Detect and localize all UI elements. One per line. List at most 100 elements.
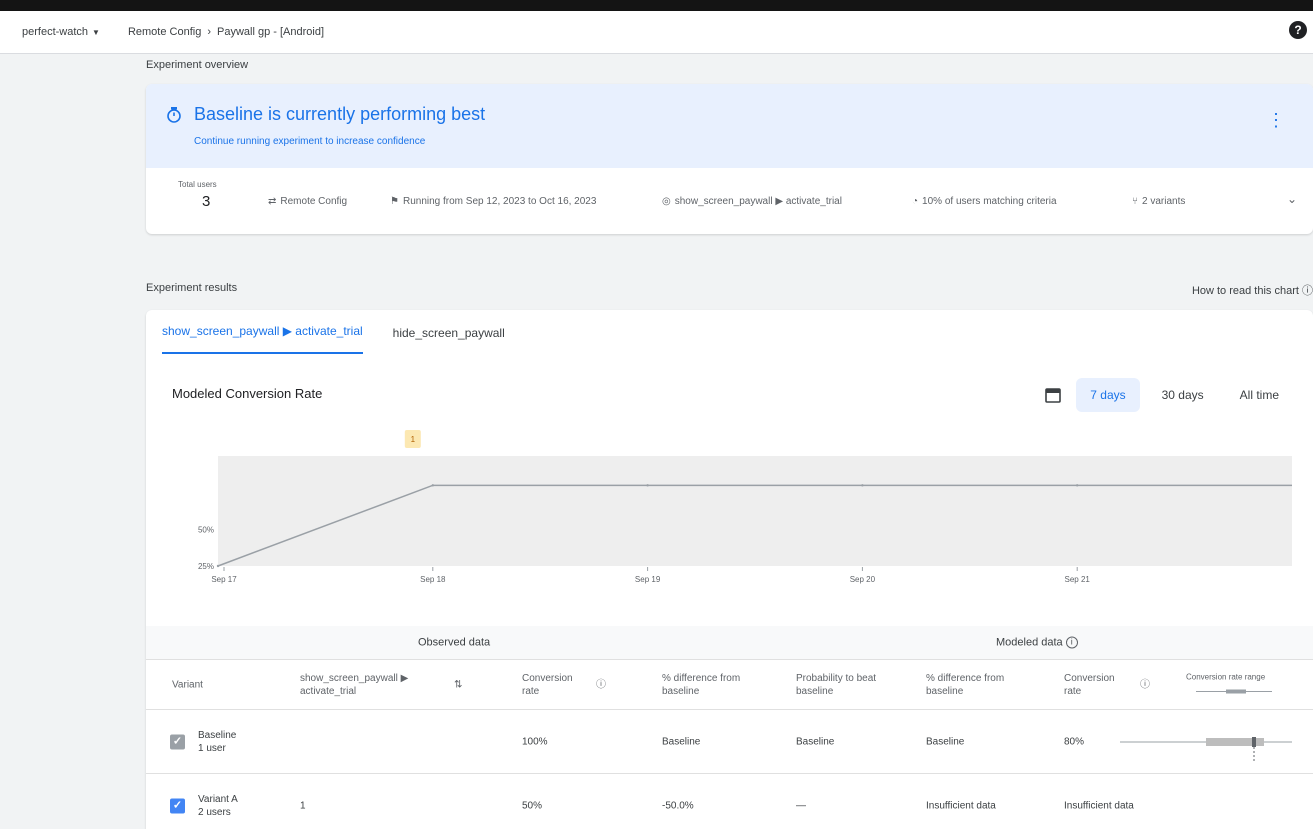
variant-name-cell: Variant A 2 users — [198, 793, 238, 818]
observed-diff-cell: -50.0% — [662, 800, 694, 811]
target-icon: ◎ — [662, 196, 671, 207]
expand-chevron-icon[interactable]: ⌄ — [1287, 192, 1297, 206]
flag-icon: ⚑ — [390, 196, 399, 207]
tab-hide-screen-paywall[interactable]: hide_screen_paywall — [393, 326, 505, 354]
goal-info: ◎ show_screen_paywall ▶ activate_trial — [662, 196, 842, 207]
help-outline-icon: ⓘ — [1302, 285, 1313, 297]
observed-diff-cell: Baseline — [662, 736, 701, 747]
status-banner: Baseline is currently performing best Co… — [146, 84, 1313, 168]
variants-info: ⑂ 2 variants — [1132, 196, 1185, 207]
header-range: Conversion rate range — [1186, 670, 1286, 699]
service-label: Remote Config — [280, 196, 348, 207]
header-obs-diff: % difference from baseline — [662, 672, 741, 697]
time-range-selector: 7 days 30 days All time — [1044, 378, 1293, 412]
modeled-label: Modeled data — [996, 636, 1063, 648]
project-selector[interactable]: perfect-watch ▼ — [22, 26, 100, 38]
range-scale — [1196, 689, 1272, 693]
total-users-label: Total users — [178, 180, 217, 189]
table-row: ✓ Variant A 2 users 1 50% -50.0% — Insufficien… — [146, 774, 1313, 829]
observed-group-label: Observed data — [418, 636, 491, 648]
overview-card: Baseline is currently performing best Co… — [146, 84, 1313, 234]
help-icon-obs[interactable]: ⓘ — [596, 678, 606, 691]
overview-section-label: Experiment overview — [146, 59, 249, 71]
table-group-header: Observed data Modeled data i — [146, 626, 1313, 660]
variant-checkbox[interactable]: ✓ — [170, 798, 185, 813]
header-goal: show_screen_paywall ▶ activate_trial — [300, 672, 409, 697]
data-point — [431, 484, 434, 487]
total-users: Total users 3 — [178, 180, 217, 210]
header-probability: Probability to beat baseline — [796, 672, 877, 697]
banner-title: Baseline is currently performing best — [194, 104, 486, 124]
help-icon[interactable]: ? — [1289, 21, 1307, 39]
service-info: ⇄ Remote Config — [268, 196, 347, 207]
audience-info: ◔ 10% of users matching criteria — [912, 196, 1057, 207]
info-icon[interactable]: i — [1065, 636, 1078, 649]
chevron-right-icon: › — [207, 26, 211, 38]
goal-count-cell: 1 — [300, 800, 306, 811]
x-tick-label: Sep 19 — [635, 575, 661, 584]
data-point — [1076, 484, 1079, 487]
table-header: Variant show_screen_paywall ▶ activate_t… — [146, 660, 1313, 710]
x-tick-label: Sep 20 — [850, 575, 876, 584]
tab-activate-trial[interactable]: show_screen_paywall ▶ activate_trial — [162, 324, 363, 354]
variants-label: 2 variants — [1142, 196, 1186, 207]
data-point — [646, 484, 649, 487]
x-tick-label: Sep 21 — [1065, 575, 1091, 584]
header-mod-rate: Conversion rate — [1064, 672, 1115, 697]
data-point — [861, 484, 864, 487]
goal-label: show_screen_paywall ▶ activate_trial — [674, 196, 842, 207]
header-variant: Variant — [172, 679, 203, 690]
help-icon-mod[interactable]: ⓘ — [1140, 678, 1150, 691]
results-section-label: Experiment results — [146, 282, 238, 294]
results-card: show_screen_paywall ▶ activate_trial hid… — [146, 310, 1313, 829]
how-to-read-link[interactable]: How to read this chart ⓘ — [1192, 282, 1313, 298]
results-table: Observed data Modeled data i Variant sho… — [146, 626, 1313, 829]
observed-rate-cell: 100% — [522, 736, 548, 747]
range-median — [1252, 737, 1256, 747]
header-obs-rate: Conversion rate — [522, 672, 573, 697]
more-vert-icon[interactable]: ⋮ — [1267, 110, 1285, 131]
chart-title: Modeled Conversion Rate — [172, 386, 323, 401]
modeled-group-label: Modeled data i — [996, 636, 1078, 649]
audience-label: 10% of users matching criteria — [922, 196, 1057, 207]
project-name: perfect-watch — [22, 26, 89, 38]
range-7-days[interactable]: 7 days — [1076, 378, 1140, 412]
confidence-band — [218, 456, 1292, 566]
probability-cell: Baseline — [796, 736, 835, 747]
table-body: ✓ Baseline 1 user 100% Baseline Baseline Base… — [146, 710, 1313, 829]
remote-config-icon: ⇄ — [268, 196, 277, 207]
data-point — [216, 564, 220, 568]
header-mod-diff: % difference from baseline — [926, 672, 1005, 697]
conversion-rate-chart: 1 50% 25% Sep 17 Sep 18 Sep 19 Sep 20 Sep 21 — [198, 430, 1292, 584]
y-tick-label: 25% — [198, 562, 214, 571]
breadcrumb-experiment: Paywall gp - [Android] — [217, 26, 324, 38]
top-bar: perfect-watch ▼ Remote Config › Paywall … — [0, 11, 1313, 54]
x-tick-label: Sep 18 — [420, 575, 446, 584]
experiment-stats: Total users 3 ⇄ Remote Config ⚑ Running … — [146, 168, 1313, 234]
app-frame: perfect-watch ▼ Remote Config › Paywall … — [0, 11, 1313, 829]
modeled-rate-cell: Insufficient data — [1064, 800, 1134, 811]
goal-tabs: show_screen_paywall ▶ activate_trial hid… — [162, 310, 505, 354]
how-to-read-label: How to read this chart — [1191, 285, 1299, 297]
modeled-diff-cell: Insufficient data — [926, 800, 996, 811]
breadcrumb-remote-config[interactable]: Remote Config — [128, 26, 201, 38]
running-info: ⚑ Running from Sep 12, 2023 to Oct 16, 2… — [390, 196, 596, 207]
modeled-rate-cell: 80% — [1064, 736, 1085, 747]
total-users-value: 3 — [202, 193, 211, 210]
calendar-icon[interactable] — [1044, 386, 1062, 404]
breadcrumb: Remote Config › Paywall gp - [Android] — [128, 26, 324, 38]
trophy-icon — [167, 107, 181, 123]
variant-checkbox[interactable]: ✓ — [170, 734, 185, 749]
chevron-down-icon: ▼ — [92, 27, 100, 37]
modeled-diff-cell: Baseline — [926, 736, 965, 747]
header-range-label: Conversion rate range — [1186, 672, 1266, 681]
fork-icon: ⑂ — [1132, 196, 1138, 207]
banner-subtitle[interactable]: Continue running experiment to increase … — [194, 136, 425, 147]
observed-rate-cell: 50% — [522, 800, 543, 811]
conversion-range-plot — [1120, 737, 1292, 762]
range-all-time[interactable]: All time — [1226, 378, 1293, 412]
annotation-label: 1 — [411, 435, 416, 444]
range-30-days[interactable]: 30 days — [1148, 378, 1218, 412]
y-tick-label: 50% — [198, 525, 214, 534]
sort-icon[interactable]: ⇅ — [454, 678, 462, 691]
